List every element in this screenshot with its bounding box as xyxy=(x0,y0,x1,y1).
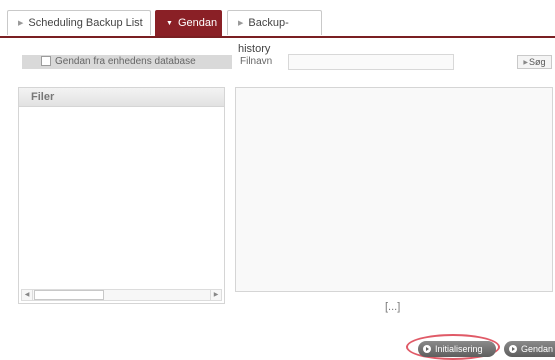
files-panel: Filer ◀ ▶ xyxy=(18,87,225,304)
tab-backup-history[interactable]: ▶ Backup-history xyxy=(227,10,322,55)
restore-button-label: Gendan xyxy=(521,344,554,354)
tab-underline xyxy=(0,36,555,38)
tab-label: Scheduling Backup List xyxy=(28,17,143,29)
tab-scheduling-backup-list[interactable]: ▶ Scheduling Backup List xyxy=(7,10,151,35)
chevron-right-icon: ▶ xyxy=(523,60,529,66)
search-button[interactable]: ▶Søg xyxy=(517,55,552,69)
initialize-button-label: Initialisering xyxy=(435,344,483,354)
restore-from-db-checkbox[interactable] xyxy=(41,56,51,66)
horizontal-scrollbar[interactable]: ◀ ▶ xyxy=(21,289,222,301)
filename-label: Filnavn xyxy=(240,56,273,67)
restore-from-db-option: Gendan fra enhedens database xyxy=(22,55,232,69)
tab-bar: ▶ Scheduling Backup List ▼ Gendan ▶ Backup-… xyxy=(0,10,555,55)
preview-footer: [...] xyxy=(385,301,401,313)
chevron-down-icon: ▼ xyxy=(166,20,173,27)
scroll-right-icon[interactable]: ▶ xyxy=(210,290,221,300)
files-header: Filer xyxy=(19,88,224,107)
search-button-label: Søg xyxy=(529,57,546,67)
tab-label: Gendan xyxy=(177,17,218,29)
filename-input[interactable] xyxy=(288,54,454,70)
restore-button[interactable]: Gendan xyxy=(504,341,555,357)
preview-panel xyxy=(235,87,553,292)
play-icon xyxy=(423,345,431,353)
tab-gendan[interactable]: ▼ Gendan xyxy=(155,10,222,37)
chevron-right-icon: ▶ xyxy=(238,20,244,27)
play-icon xyxy=(509,345,517,353)
scrollbar-thumb[interactable] xyxy=(34,290,104,300)
initialize-button[interactable]: Initialisering xyxy=(418,341,496,357)
chevron-right-icon: ▶ xyxy=(18,20,24,27)
restore-from-db-label: Gendan fra enhedens database xyxy=(55,56,196,67)
scroll-left-icon[interactable]: ◀ xyxy=(22,290,33,300)
